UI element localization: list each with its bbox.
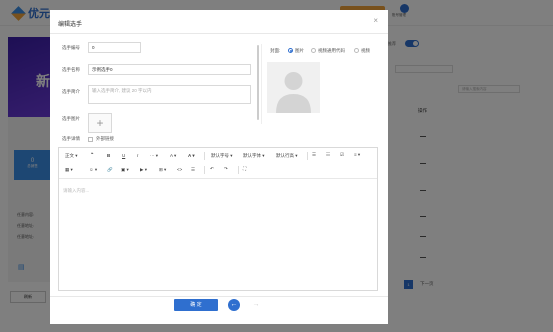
radio-image[interactable] [288, 48, 293, 53]
toolbar-separator [204, 166, 205, 174]
prev-arrow-icon[interactable]: ← [228, 299, 240, 311]
bulleted-list-icon[interactable]: ☰ [312, 152, 316, 158]
modal-title: 编辑选手 [58, 22, 83, 28]
radio-video-label: 视频 [361, 48, 370, 53]
undo-icon[interactable]: ↶ [210, 166, 214, 172]
number-label: 选手编号 [62, 45, 80, 50]
todo-list-icon[interactable]: ☑ [340, 152, 344, 158]
close-icon[interactable]: × [373, 16, 378, 25]
editor-body[interactable]: 请输入内容... [59, 179, 377, 290]
detail-label: 选手详情 [62, 136, 80, 141]
confirm-button[interactable]: 确 定 [174, 299, 218, 311]
font-family-dropdown[interactable]: 默认字体 ▾ [243, 153, 265, 159]
insert-image-icon[interactable]: ▣ ▾ [121, 167, 129, 173]
edit-player-modal: 编辑选手 × 选手编号 0 选手名称 示例选手0 选手简介 输入选手简介, 建议… [50, 10, 388, 324]
person-icon [276, 72, 311, 113]
fullscreen-icon[interactable]: ⛶ [243, 166, 246, 171]
modal-divider [50, 33, 388, 34]
toolbar-separator [307, 152, 308, 160]
link-icon[interactable]: 🔗 [107, 167, 113, 173]
radio-image-label: 图片 [295, 48, 304, 53]
line-height-dropdown[interactable]: 默认行高 ▾ [276, 153, 298, 159]
intro-label: 选手简介 [62, 89, 80, 94]
numbered-list-icon[interactable]: ☷ [326, 152, 330, 158]
background-color-icon[interactable]: A ▾ [188, 153, 195, 159]
external-link-checkbox[interactable] [88, 137, 93, 142]
rich-text-editor: 正文 ▾ ❝ B U I ··· ▾ A ▾ A ▾ 默认字号 ▾ 默认字体 ▾… [58, 147, 378, 291]
font-color-icon[interactable]: A ▾ [170, 153, 176, 159]
cover-label: 封面: [270, 48, 281, 53]
image-label: 选手图片 [62, 116, 80, 121]
name-field[interactable]: 示例选手0 [88, 64, 251, 75]
number-field[interactable]: 0 [88, 42, 141, 53]
code-block-icon[interactable]: <> [177, 167, 182, 172]
editor-toolbar: 正文 ▾ ❝ B U I ··· ▾ A ▾ A ▾ 默认字号 ▾ 默认字体 ▾… [59, 148, 377, 179]
divider-icon[interactable]: ☰ [191, 167, 195, 173]
section-divider [261, 44, 262, 124]
name-label: 选手名称 [62, 67, 80, 72]
indent-icon[interactable]: ▦ ▾ [65, 167, 73, 173]
bold-icon[interactable]: B [107, 153, 110, 158]
footer-divider [50, 296, 388, 297]
radio-video-code-label: 视频通用代码 [318, 48, 345, 53]
intro-textarea[interactable]: 输入选手简介, 建议 20 字以内 [88, 85, 251, 104]
more-format-icon[interactable]: ··· ▾ [150, 153, 158, 159]
insert-video-icon[interactable]: ▶ ▾ [140, 167, 147, 173]
next-arrow-icon[interactable]: → [250, 299, 262, 311]
form-scrollbar[interactable] [257, 45, 259, 120]
radio-video[interactable] [354, 48, 359, 53]
radio-video-code[interactable] [311, 48, 316, 53]
redo-icon[interactable]: ↷ [224, 166, 228, 172]
external-link-label: 外部链接 [96, 136, 114, 141]
toolbar-separator [238, 166, 239, 174]
toolbar-separator [204, 152, 205, 160]
align-dropdown[interactable]: ≡ ▾ [354, 152, 360, 158]
underline-icon[interactable]: U [122, 153, 125, 158]
font-size-dropdown[interactable]: 默认字号 ▾ [211, 153, 233, 159]
paragraph-format-dropdown[interactable]: 正文 ▾ [65, 153, 78, 159]
emoji-icon[interactable]: ☺ ▾ [89, 167, 97, 173]
image-upload-button[interactable]: + [88, 113, 112, 133]
avatar-placeholder[interactable] [267, 62, 320, 113]
italic-icon[interactable]: I [137, 153, 138, 158]
insert-table-icon[interactable]: ⊞ ▾ [159, 167, 166, 173]
quote-icon[interactable]: ❝ [91, 152, 93, 158]
